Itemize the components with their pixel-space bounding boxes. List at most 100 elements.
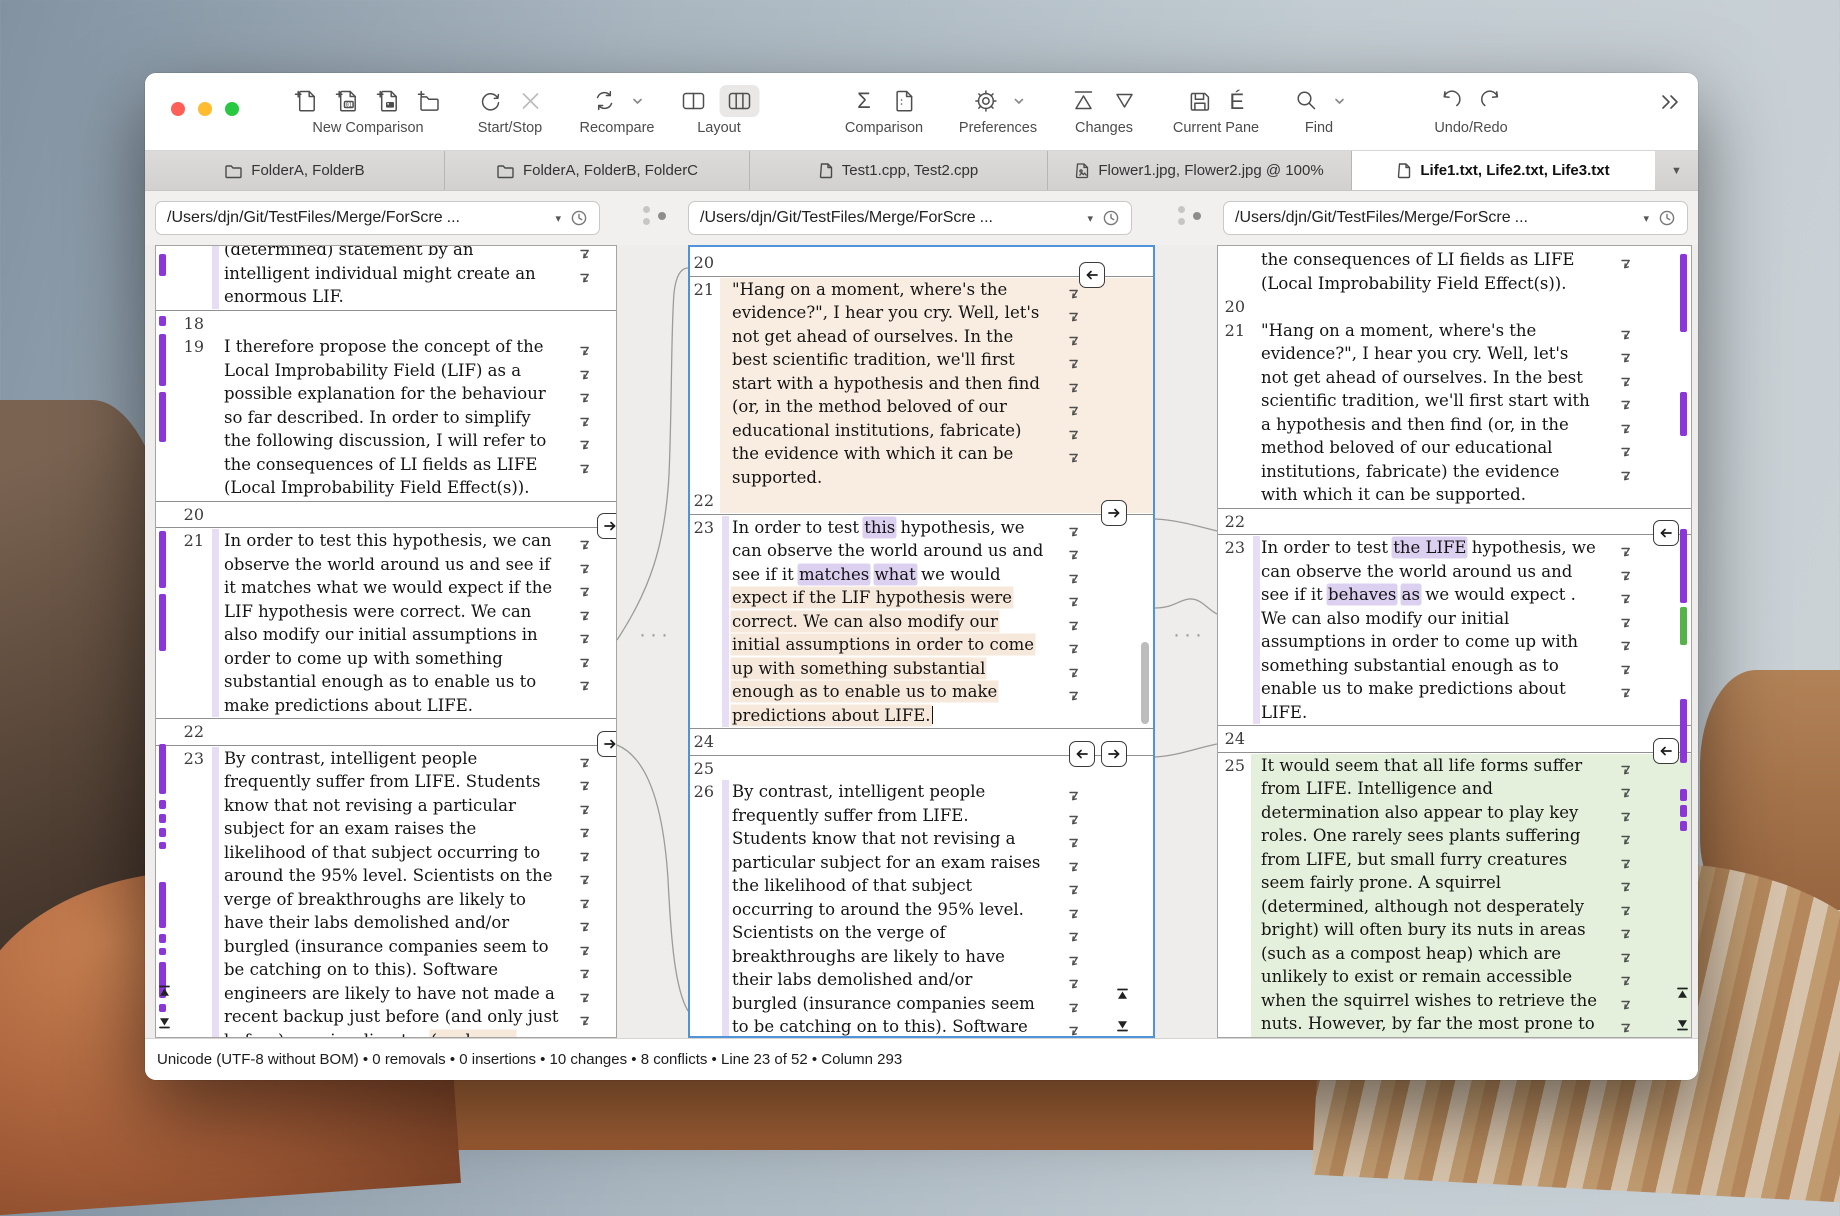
folder-plus-icon[interactable] [417,88,443,114]
toolbar-group-current-pane: É Current Pane [1173,84,1259,136]
toolbar-label: Recompare [580,120,655,136]
doc-plus-icon[interactable] [294,88,320,114]
toolbar-label: Start/Stop [478,120,542,136]
restart-icon[interactable] [478,88,504,114]
merge-right-button[interactable] [597,731,617,757]
text-line: so far described. In order to simplify [224,406,616,430]
merge-left-button[interactable] [1653,738,1679,764]
change-marker-bar [159,594,166,651]
text-pane-right[interactable]: the consequences of LI fields as LIFE(Lo… [1217,245,1692,1038]
text-line: enable us to make predictions about [1261,677,1691,701]
change-marker-bar [1680,254,1687,332]
merge-left-button[interactable] [1653,520,1679,546]
merge-right-button[interactable] [597,513,617,539]
stop-x-icon[interactable] [519,89,543,113]
change-strip [212,747,219,1039]
text-line: (Local Improbability Field Effect(s)). [1261,272,1691,296]
zoom-button[interactable] [225,102,239,116]
tab-label: Life1.txt, Life2.txt, Life3.txt [1420,162,1609,179]
tab-test1-cpp-test2-cpp[interactable]: Test1.cpp, Test2.cpp [750,151,1048,190]
document-icon [1397,162,1412,179]
merge-left-button[interactable] [1079,262,1105,288]
text-line: bright) will often bury its nuts in area… [1261,918,1691,942]
tab-life1-txt-life2-txt-life3-txt[interactable]: Life1.txt, Life2.txt, Life3.txt [1352,151,1655,190]
chevron-down-icon[interactable]: ▾ [1643,212,1649,225]
chevron-down-icon[interactable]: ▾ [1087,212,1093,225]
text-line: evidence?", I hear you cry. Well, let's [732,301,1153,325]
clock-icon[interactable] [1102,209,1120,227]
chevron-down-icon[interactable] [1014,98,1024,105]
text-line: when the squirrel wishes to retrieve the [1261,989,1691,1013]
paragraph-row: 25It would seem that all life forms suff… [1218,754,1691,1039]
file-path-field[interactable]: /Users/djn/Git/TestFiles/Merge/ForScre .… [1223,201,1688,235]
chevron-down-icon[interactable]: ▾ [555,212,561,225]
paragraph-row: the consequences of LI fields as LIFE(Lo… [1218,248,1691,295]
tab-foldera-folderb[interactable]: FolderA, FolderB [145,151,445,190]
paragraph-row: 21"Hang on a moment, where's theevidence… [690,278,1153,490]
merge-right-button[interactable] [1101,500,1127,526]
recompare-icon[interactable] [591,88,617,114]
merge-right-button[interactable] [1101,741,1127,767]
save-icon[interactable] [1187,88,1213,114]
chevron-down-icon[interactable] [1335,98,1345,105]
tab-flower1-jpg-flower2-jpg-100[interactable]: Flower1.jpg, Flower2.jpg @ 100% [1048,151,1352,190]
text-line: order to come up with something [224,647,616,671]
triangle-down-icon[interactable] [1112,88,1138,114]
minimize-button[interactable] [198,102,212,116]
text-line: correct. We can also modify our [732,610,1153,634]
tab-foldera-folderb-folderc[interactable]: FolderA, FolderB, FolderC [445,151,750,190]
text-pane-middle[interactable]: 20 21"Hang on a moment, where's theevide… [688,245,1155,1038]
jump-last-change-icon[interactable] [1116,1017,1129,1036]
text-doc-icon[interactable] [890,88,916,114]
doc-number-icon[interactable]: 01 [335,88,361,114]
toolbar-overflow-button[interactable] [1658,93,1680,116]
eacute-icon[interactable]: É [1228,88,1246,114]
change-marker-bar [1680,392,1687,436]
clock-icon[interactable] [570,209,588,227]
chevron-down-icon[interactable] [632,98,642,105]
text-line: Local Improbability Field (LIF) as a [224,359,616,383]
paragraph-row: (determined) statement by anintelligent … [156,245,616,309]
sigma-icon[interactable]: Σ [851,88,875,114]
paragraph-row: 23By contrast, intelligent peoplefrequen… [156,747,616,1039]
change-strip [1253,536,1260,724]
doc-image-icon[interactable] [376,88,402,114]
line-number: 22 [156,720,210,744]
text-pane-left[interactable]: (determined) statement by anintelligent … [155,245,617,1038]
layout-two-pane-icon[interactable] [681,88,707,114]
redo-icon[interactable] [1478,88,1504,114]
jump-first-change-icon[interactable] [1116,985,1129,1004]
jump-last-change-icon[interactable] [1676,1016,1689,1035]
gear-icon[interactable] [973,88,999,114]
text-line: Scientists on the verge of [732,921,1153,945]
toolbar-label: Current Pane [1173,120,1259,136]
text-line: not get ahead of ourselves. In the best [1261,366,1691,390]
tab-label: FolderA, FolderB, FolderC [523,162,698,179]
text-line: best scientific tradition, we'll first [732,348,1153,372]
change-strip [722,516,729,728]
document-icon [819,162,834,179]
change-marker-bar [159,814,166,823]
clock-icon[interactable] [1658,209,1676,227]
search-icon[interactable] [1294,88,1320,114]
jump-first-change-icon[interactable] [1676,984,1689,1003]
jump-first-change-icon[interactable] [158,982,171,1001]
paragraph-row: 21"Hang on a moment, where's theevidence… [1218,319,1691,507]
undo-icon[interactable] [1437,88,1463,114]
text-line: a hypothesis and then find (or, in the [1261,413,1691,437]
diff-highlight: enough as to enable us to make [732,682,997,701]
triangle-up-bar-icon[interactable] [1071,88,1097,114]
text-line [1261,727,1691,751]
file-path-field[interactable]: /Users/djn/Git/TestFiles/Merge/ForScre .… [155,201,600,235]
close-button[interactable] [171,102,185,116]
jump-last-change-icon[interactable] [158,1014,171,1033]
change-marker-bar [1680,805,1687,817]
file-path-field[interactable]: /Users/djn/Git/TestFiles/Merge/ForScre .… [688,201,1132,235]
layout-three-pane-icon[interactable] [720,85,760,117]
merge-left-button[interactable] [1069,741,1095,767]
tab-overflow-button[interactable]: ▼ [1655,151,1698,190]
text-line: the likelihood of that subject [732,874,1153,898]
scrollbar-thumb[interactable] [1141,642,1149,724]
toolbar-group-find: Find [1294,84,1345,136]
toolbar-group-start-stop: Start/Stop [478,84,543,136]
